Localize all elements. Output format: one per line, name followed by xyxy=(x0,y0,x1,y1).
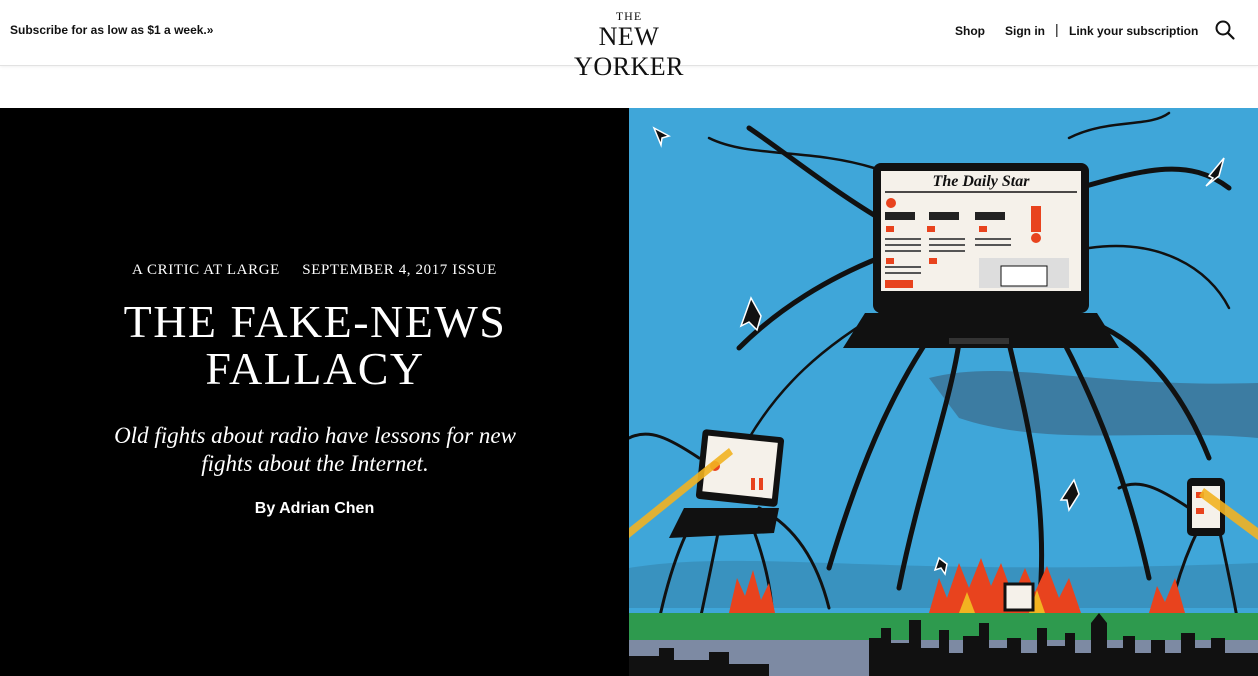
article-headline: THE FAKE-NEWS FALLACY xyxy=(123,296,507,394)
article-hero-text: A CRITIC AT LARGE SEPTEMBER 4, 2017 ISSU… xyxy=(0,108,629,676)
nav-separator: | xyxy=(1055,21,1059,37)
logo-the: THE xyxy=(615,9,643,23)
hero-illustration: The Daily Star xyxy=(629,108,1258,676)
shop-link[interactable]: Shop xyxy=(955,24,985,38)
illustration-svg: The Daily Star xyxy=(629,108,1258,676)
author-link[interactable]: Adrian Chen xyxy=(279,500,374,517)
subscribe-link[interactable]: Subscribe for as low as $1 a week.» xyxy=(10,23,213,37)
new-yorker-logo[interactable]: THE NEW YORKER xyxy=(541,10,717,82)
rubric-label[interactable]: A CRITIC AT LARGE xyxy=(132,262,280,278)
top-nav: Subscribe for as low as $1 a week.» THE … xyxy=(0,0,1258,81)
logo-main: NEW YORKER xyxy=(574,22,684,81)
sign-in-link[interactable]: Sign in xyxy=(1005,24,1045,38)
issue-date[interactable]: SEPTEMBER 4, 2017 ISSUE xyxy=(302,262,497,278)
search-button[interactable] xyxy=(1214,19,1236,41)
newspaper-masthead: The Daily Star xyxy=(933,173,1031,190)
search-icon xyxy=(1215,20,1235,40)
link-subscription-link[interactable]: Link your subscription xyxy=(1069,24,1198,38)
rubric-row: A CRITIC AT LARGE SEPTEMBER 4, 2017 ISSU… xyxy=(0,262,629,279)
byline-prefix: By xyxy=(254,500,276,517)
byline: By Adrian Chen xyxy=(0,500,629,518)
article-dek: Old fights about radio have lessons for … xyxy=(114,423,516,476)
